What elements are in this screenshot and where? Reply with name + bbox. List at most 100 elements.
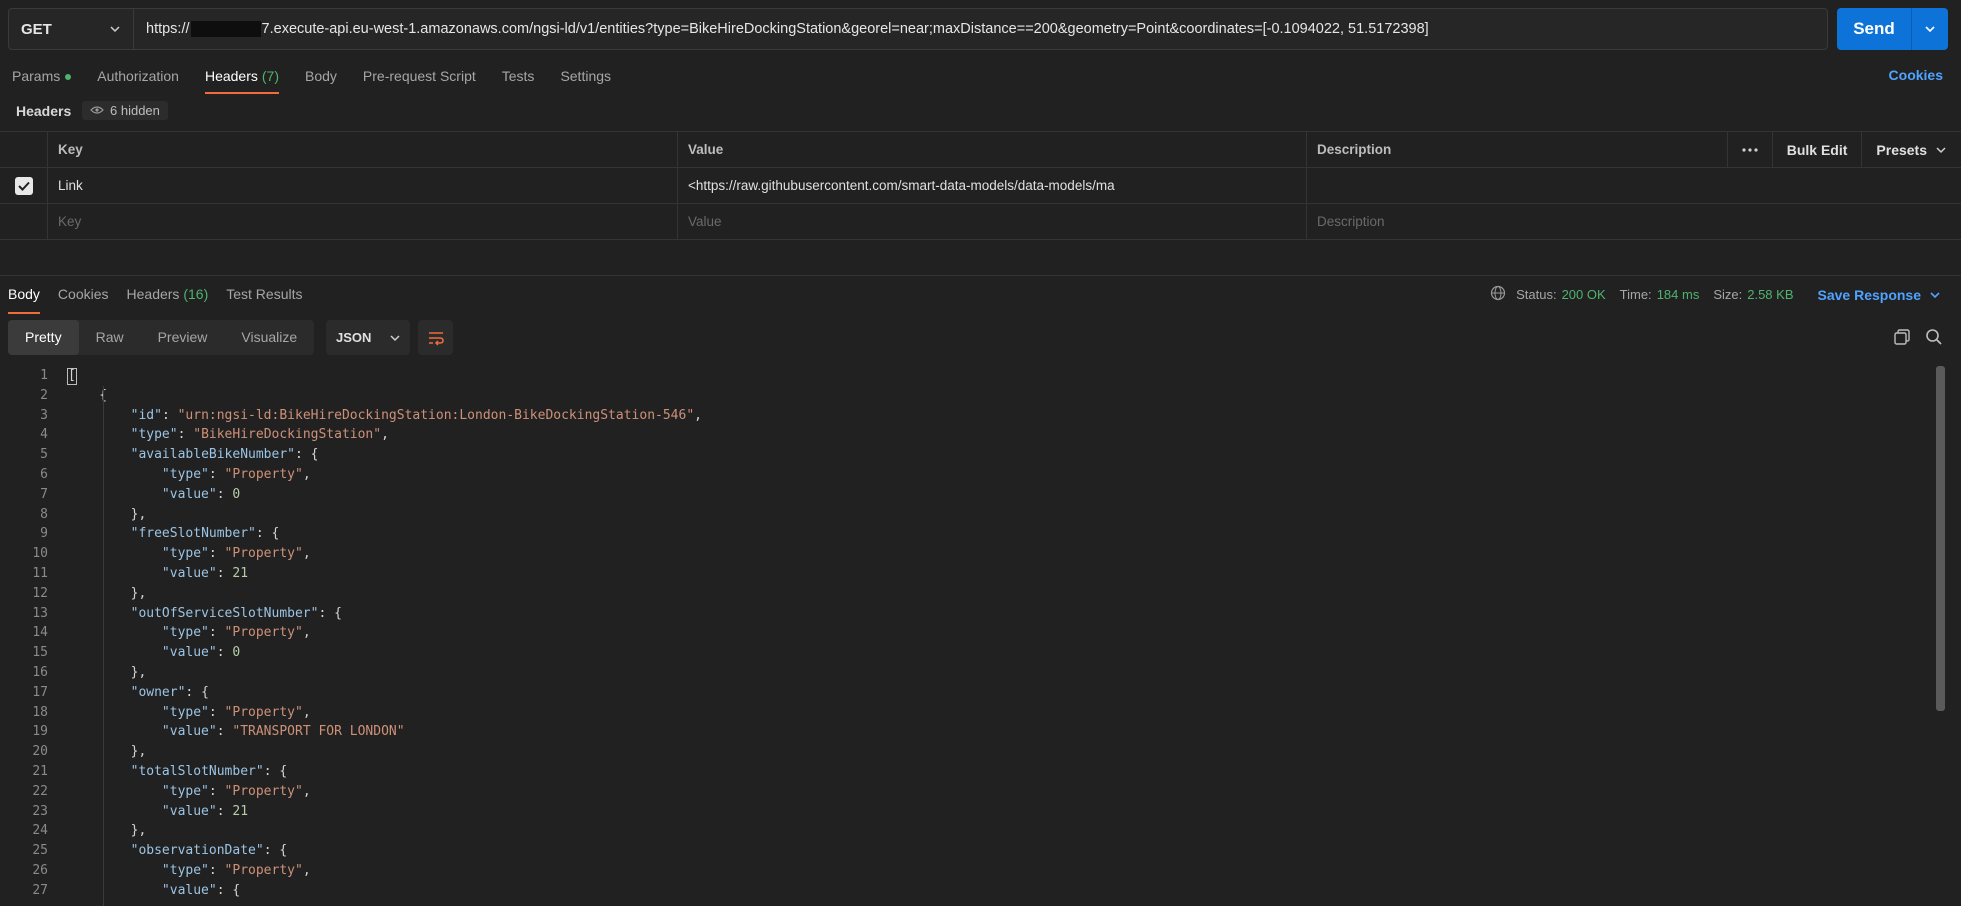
header-value-cell[interactable]: <https://raw.githubusercontent.com/smart… [678, 168, 1307, 203]
line-number: 24 [32, 823, 48, 839]
header-enabled-checkbox[interactable] [14, 176, 33, 195]
line-number: 11 [32, 565, 48, 581]
headers-table: Key Value Description Bulk Edit Presets … [0, 131, 1961, 240]
tab-pre-request-script[interactable]: Pre-request Script [363, 60, 476, 98]
globe-icon[interactable] [1490, 285, 1506, 304]
line-number: 21 [32, 763, 48, 779]
hidden-headers-toggle[interactable]: 6 hidden [82, 101, 168, 120]
send-label: Send [1853, 19, 1895, 38]
header-description-cell[interactable] [1307, 168, 1961, 203]
size-label: Size: [1713, 287, 1743, 302]
tab-authorization[interactable]: Authorization [97, 60, 179, 98]
code-text: }, [68, 506, 147, 522]
code-line: 14 "type": "Property", [0, 623, 1930, 643]
code-text: }, [68, 664, 147, 680]
tab-headers[interactable]: Headers (7) [204, 60, 280, 98]
code-text: "value": 21 [161, 803, 249, 819]
status-value[interactable]: 200 OK [1562, 287, 1606, 302]
new-key-input[interactable]: Key [48, 204, 678, 239]
tab-body[interactable]: Body [305, 60, 337, 98]
code-line: 9 "freeSlotNumber": { [0, 524, 1930, 544]
format-label: JSON [336, 330, 372, 345]
send-button[interactable]: Send [1837, 8, 1948, 50]
tab-label: Body [8, 286, 40, 302]
line-number: 3 [40, 407, 48, 423]
line-number: 2 [40, 387, 48, 403]
code-text: [ [67, 368, 77, 385]
line-number: 5 [40, 447, 48, 463]
code-line: 11 "value": 21 [0, 564, 1930, 584]
scrollbar-thumb[interactable] [1936, 366, 1945, 711]
tab-label: Settings [560, 68, 612, 84]
tab-params[interactable]: Params [12, 60, 72, 98]
time-value[interactable]: 184 ms [1657, 287, 1700, 302]
presets-button[interactable]: Presets [1861, 132, 1961, 167]
editor-scrollbar[interactable] [1934, 366, 1946, 893]
chevron-down-icon [109, 22, 121, 39]
code-line: 8 }, [0, 505, 1930, 525]
line-number: 4 [40, 427, 48, 443]
code-text: "type": "Property", [161, 704, 311, 720]
view-mode-raw[interactable]: Raw [79, 320, 141, 355]
table-header-row: Key Value Description Bulk Edit Presets [0, 131, 1961, 167]
url-suffix: 7.execute-api.eu-west-1.amazonaws.com/ng… [261, 21, 1429, 37]
code-text: "value": 21 [161, 565, 249, 581]
response-tab-cookies[interactable]: Cookies [58, 282, 109, 320]
method-select[interactable]: GET [8, 8, 134, 50]
line-number: 23 [32, 803, 48, 819]
response-body-editor[interactable]: 1[2 {3 "id": "urn:ngsi-ld:BikeHireDockin… [0, 366, 1930, 906]
wrap-lines-button[interactable] [418, 320, 453, 355]
new-description-input[interactable]: Description [1307, 204, 1961, 239]
chevron-down-icon [1936, 146, 1946, 153]
url-input[interactable]: https:// 7.execute-api.eu-west-1.amazonaw… [134, 8, 1828, 50]
view-mode-pretty[interactable]: Pretty [8, 320, 79, 355]
line-number: 27 [32, 882, 48, 898]
table-actions: Bulk Edit Presets [1726, 132, 1961, 167]
response-tab-test-results[interactable]: Test Results [226, 282, 302, 320]
format-select[interactable]: JSON [326, 320, 410, 355]
code-text: "availableBikeNumber": { [130, 447, 319, 463]
method-label: GET [21, 20, 52, 38]
tab-label: Params [12, 68, 61, 84]
code-line: 12 }, [0, 584, 1930, 604]
tab-settings[interactable]: Settings [560, 60, 611, 98]
status-label: Status: [1516, 287, 1557, 302]
chevron-down-icon [1930, 291, 1940, 298]
tab-label: Tests [501, 68, 535, 84]
line-number: 10 [32, 546, 48, 562]
pane-divider[interactable] [0, 275, 1961, 276]
search-icon[interactable] [1925, 328, 1943, 349]
more-options-button[interactable] [1726, 132, 1772, 167]
eye-icon [90, 103, 104, 118]
line-number: 13 [32, 605, 48, 621]
header-key-cell[interactable]: Link [48, 168, 678, 203]
save-response-button[interactable]: Save Response [1818, 287, 1942, 303]
code-line: 16 }, [0, 663, 1930, 683]
code-text: }, [68, 585, 147, 601]
code-text: "type": "Property", [161, 862, 311, 878]
line-number: 1 [40, 368, 48, 383]
tab-label: Authorization [97, 68, 179, 84]
code-text: "value": "TRANSPORT FOR LONDON" [161, 724, 405, 740]
view-mode-preview[interactable]: Preview [141, 320, 225, 355]
code-line: 15 "value": 0 [0, 643, 1930, 663]
view-mode-visualize[interactable]: Visualize [224, 320, 314, 355]
new-value-input[interactable]: Value [678, 204, 1307, 239]
line-number: 7 [40, 486, 48, 502]
code-line: 13 "outOfServiceSlotNumber": { [0, 604, 1930, 624]
response-tab-body[interactable]: Body [8, 282, 40, 320]
code-line: 17 "owner": { [0, 683, 1930, 703]
bulk-edit-button[interactable]: Bulk Edit [1771, 132, 1862, 167]
response-tab-headers[interactable]: Headers (16) [127, 282, 209, 320]
copy-icon[interactable] [1893, 328, 1911, 349]
cookies-link[interactable]: Cookies [1889, 67, 1943, 83]
size-value[interactable]: 2.58 KB [1747, 287, 1793, 302]
column-key: Key [48, 132, 678, 167]
send-options-chevron-icon[interactable] [1912, 23, 1948, 35]
tab-tests[interactable]: Tests [502, 60, 535, 98]
code-line: 20 }, [0, 742, 1930, 762]
presets-label: Presets [1876, 141, 1927, 158]
code-text: "totalSlotNumber": { [130, 763, 288, 779]
code-line: 24 }, [0, 821, 1930, 841]
line-number: 22 [32, 783, 48, 799]
